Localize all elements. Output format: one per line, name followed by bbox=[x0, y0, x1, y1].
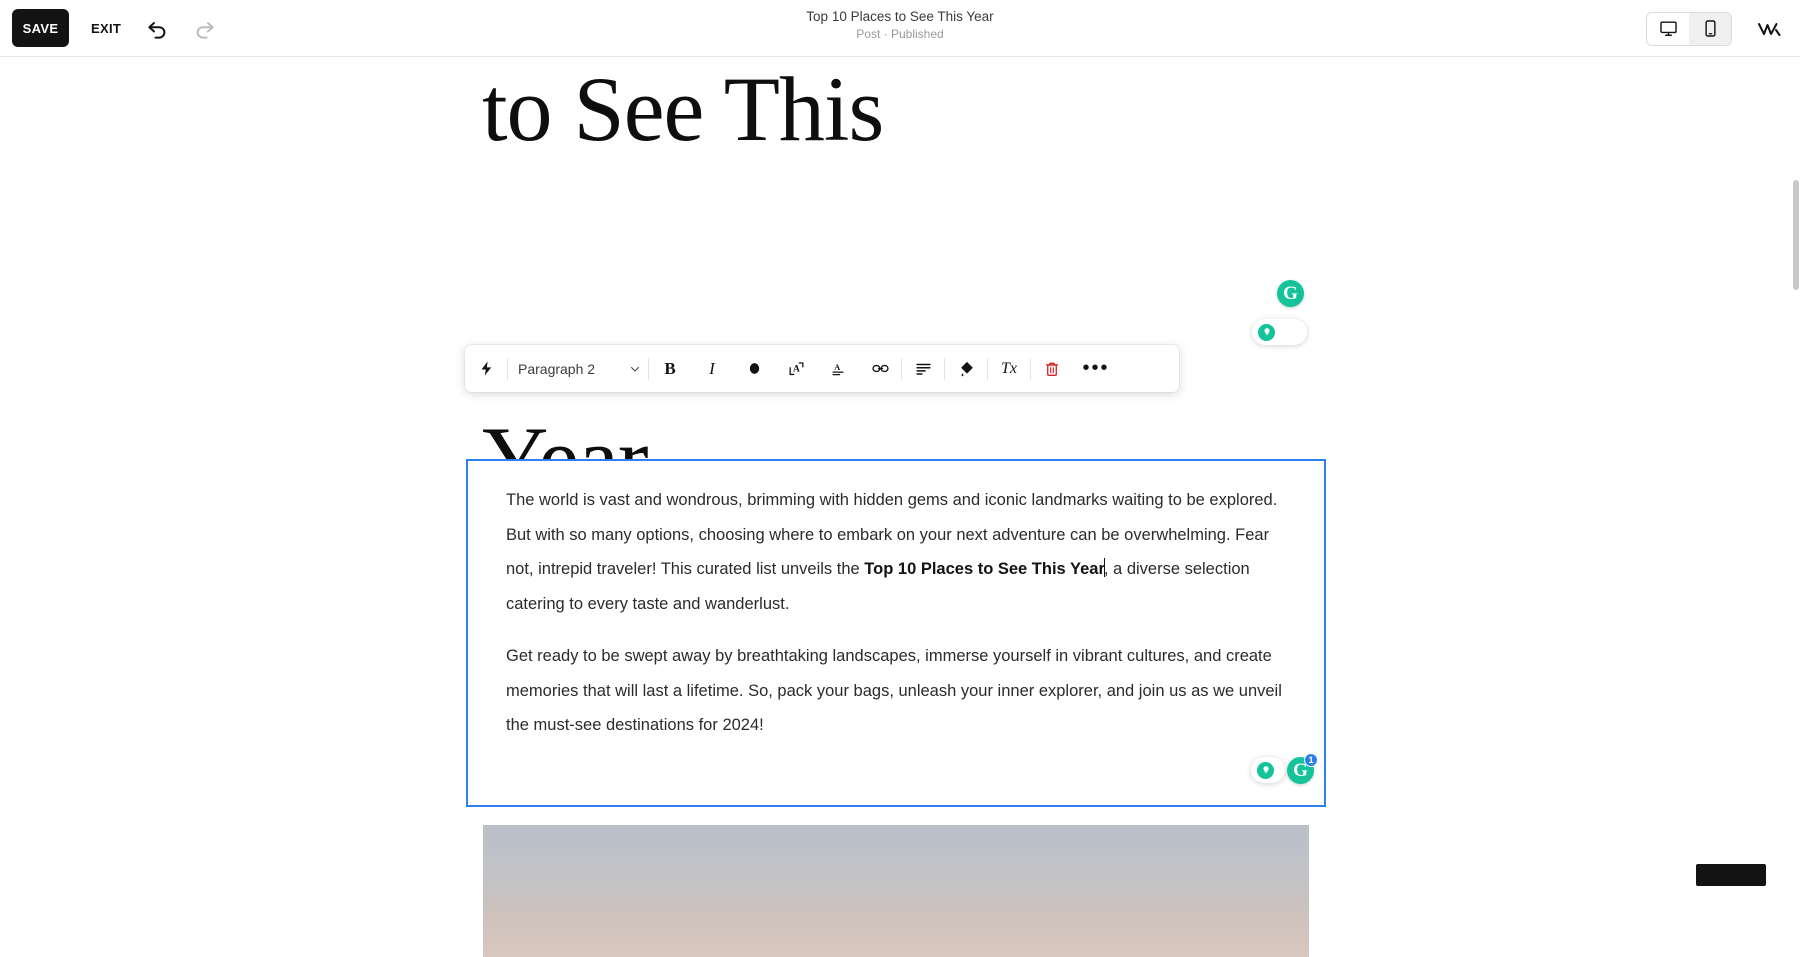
top-toolbar-right-group bbox=[1646, 0, 1800, 57]
lightning-bolt-icon bbox=[478, 360, 495, 377]
image-block[interactable] bbox=[483, 825, 1309, 957]
desktop-view-button[interactable] bbox=[1647, 13, 1689, 45]
more-options-label: ••• bbox=[1082, 357, 1109, 380]
redo-arrow-icon bbox=[192, 16, 216, 40]
desktop-monitor-icon bbox=[1659, 19, 1678, 38]
font-style-button[interactable]: A bbox=[817, 345, 859, 392]
svg-text:A: A bbox=[792, 365, 799, 375]
paragraph-two[interactable]: Get ready to be swept away by breathtaki… bbox=[506, 639, 1286, 743]
text-effects-icon: A bbox=[787, 359, 806, 378]
text-format-toolbar: Paragraph 2 B I A A bbox=[465, 345, 1179, 392]
bold-button[interactable]: B bbox=[649, 345, 691, 392]
delete-block-button[interactable] bbox=[1031, 345, 1073, 392]
chevron-down-icon bbox=[628, 362, 642, 376]
selected-text-block[interactable]: The world is vast and wondrous, brimming… bbox=[466, 459, 1326, 807]
top-toolbar: SAVE EXIT Top 10 Places to See This Year… bbox=[0, 0, 1800, 57]
grammarly-logo-badge-top[interactable]: G bbox=[1277, 280, 1304, 307]
bold-label: B bbox=[664, 359, 675, 379]
link-chain-icon bbox=[871, 359, 890, 378]
bottom-status-chip bbox=[1696, 864, 1766, 886]
grammarly-logo-letter: G bbox=[1283, 284, 1298, 303]
exit-button[interactable]: EXIT bbox=[91, 21, 121, 36]
highlight-button[interactable] bbox=[945, 345, 987, 392]
lightbulb-glyph bbox=[1261, 765, 1271, 775]
grammarly-suggestion-pill-bottom[interactable] bbox=[1251, 757, 1285, 783]
redo-button[interactable] bbox=[191, 15, 217, 41]
vertical-scrollbar-thumb[interactable] bbox=[1793, 180, 1799, 290]
editor-canvas: to See This Year Paragraph 2 B I bbox=[0, 57, 1800, 900]
exit-button-label: EXIT bbox=[91, 21, 121, 36]
svg-text:A: A bbox=[834, 362, 840, 371]
trash-delete-icon bbox=[1043, 360, 1061, 378]
more-options-button[interactable]: ••• bbox=[1073, 345, 1119, 392]
viewport-toggle-group bbox=[1646, 12, 1732, 46]
italic-button[interactable]: I bbox=[691, 345, 733, 392]
mobile-phone-icon bbox=[1701, 19, 1720, 38]
save-button[interactable]: SAVE bbox=[12, 9, 69, 47]
italic-label: I bbox=[709, 359, 715, 379]
clear-formatting-button[interactable]: Tx bbox=[988, 345, 1030, 392]
paragraph-style-label: Paragraph 2 bbox=[518, 361, 595, 377]
vertical-scrollbar-track[interactable] bbox=[1792, 57, 1800, 900]
save-button-label: SAVE bbox=[23, 21, 59, 36]
page-status-subtitle: Post · Published bbox=[856, 26, 943, 42]
grammarly-suggestion-count: 1 bbox=[1304, 753, 1318, 767]
grammarly-suggestion-pill-top[interactable] bbox=[1252, 319, 1307, 345]
lightbulb-idea-icon bbox=[1257, 762, 1274, 779]
wix-logo-icon bbox=[1756, 16, 1782, 42]
mobile-view-button[interactable] bbox=[1689, 13, 1731, 45]
highlight-fill-icon bbox=[957, 359, 976, 378]
text-align-button[interactable] bbox=[902, 345, 944, 392]
insert-link-button[interactable] bbox=[859, 345, 901, 392]
clear-formatting-label: Tx bbox=[1001, 360, 1017, 378]
lightbulb-idea-icon bbox=[1258, 324, 1275, 341]
font-underline-icon: A bbox=[829, 360, 847, 378]
grammarly-logo-badge-bottom[interactable]: G 1 bbox=[1287, 757, 1314, 784]
page-title: Top 10 Places to See This Year bbox=[806, 8, 993, 25]
paragraph-style-select[interactable]: Paragraph 2 bbox=[508, 345, 648, 392]
paragraph-one[interactable]: The world is vast and wondrous, brimming… bbox=[506, 483, 1286, 621]
paragraph-one-bold-phrase: Top 10 Places to See This Year bbox=[864, 560, 1105, 578]
lightbulb-glyph bbox=[1262, 327, 1272, 337]
ai-assist-button[interactable] bbox=[465, 345, 507, 392]
align-left-icon bbox=[914, 359, 933, 378]
undo-arrow-icon bbox=[146, 16, 170, 40]
document-title-area: Top 10 Places to See This Year Post · Pu… bbox=[0, 8, 1800, 42]
undo-button[interactable] bbox=[145, 15, 171, 41]
text-color-dot-icon bbox=[746, 360, 763, 377]
text-effects-button[interactable]: A bbox=[775, 345, 817, 392]
text-color-button[interactable] bbox=[733, 345, 775, 392]
wix-brand-button[interactable] bbox=[1754, 14, 1784, 44]
